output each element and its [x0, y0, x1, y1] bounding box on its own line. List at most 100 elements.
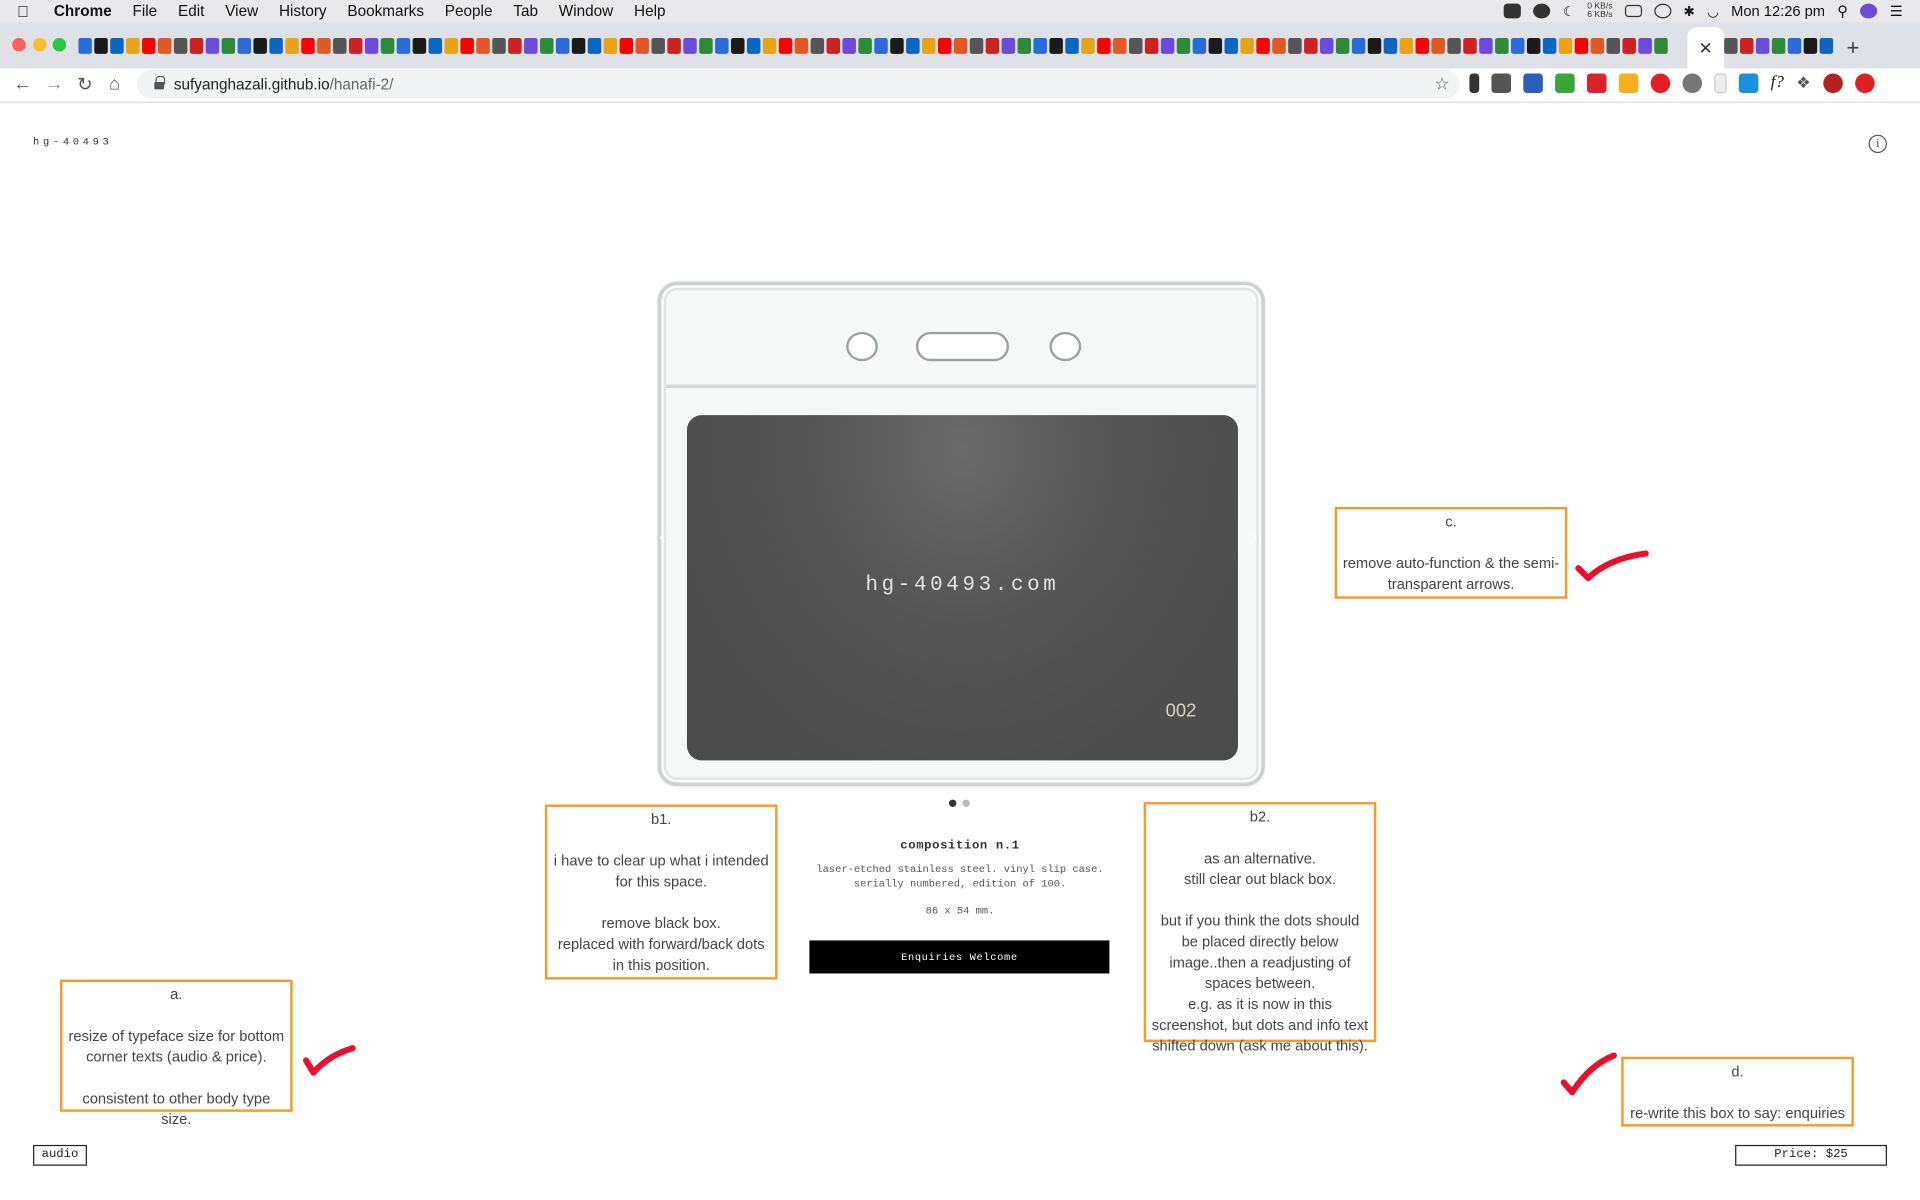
- tab-favicon-icon[interactable]: [317, 37, 331, 54]
- spotlight-icon[interactable]: ⚲: [1837, 2, 1848, 19]
- tab-favicon-icon[interactable]: [110, 37, 124, 54]
- tab-favicon-icon[interactable]: [1335, 37, 1350, 54]
- menu-tab[interactable]: Tab: [513, 2, 538, 19]
- tab-favicon-icon[interactable]: [508, 37, 522, 54]
- tab-favicon-icon[interactable]: [1128, 37, 1143, 54]
- tab-favicon-icon[interactable]: [1511, 37, 1525, 54]
- tab-favicon-icon[interactable]: [555, 37, 570, 54]
- tab-favicon-icon[interactable]: [94, 37, 108, 54]
- tab-favicon-icon[interactable]: [603, 37, 618, 54]
- tab-favicon-icon[interactable]: [396, 37, 411, 54]
- tab-favicon-icon[interactable]: [1558, 37, 1573, 54]
- minimize-window-button[interactable]: [33, 37, 47, 52]
- bluetooth-icon[interactable]: ✱: [1684, 3, 1695, 19]
- tab-favicon-icon[interactable]: [78, 37, 92, 54]
- menu-window[interactable]: Window: [559, 2, 613, 19]
- tab-favicon-icon[interactable]: [540, 37, 554, 54]
- tab-favicon-icon[interactable]: [333, 37, 347, 54]
- info-icon[interactable]: i: [1868, 134, 1887, 154]
- message-icon[interactable]: [1504, 3, 1522, 19]
- tab-favicon-icon[interactable]: [1654, 37, 1668, 54]
- tab-favicon-icon[interactable]: [221, 37, 236, 54]
- pocket-extension-icon[interactable]: [1491, 73, 1512, 94]
- tab-favicon-icon[interactable]: [460, 37, 474, 54]
- audio-button[interactable]: audio: [33, 1144, 87, 1166]
- tab-favicon-icon[interactable]: [237, 37, 252, 54]
- control-center-icon[interactable]: ☰: [1890, 2, 1903, 19]
- new-tab-button[interactable]: +: [1847, 37, 1860, 59]
- tab-favicon-icon[interactable]: [301, 37, 315, 54]
- update-icon[interactable]: [1854, 73, 1875, 94]
- prev-arrow-icon[interactable]: ‹: [659, 524, 666, 550]
- menu-view[interactable]: View: [225, 2, 258, 19]
- active-tab[interactable]: ✕: [1687, 26, 1725, 69]
- menu-people[interactable]: People: [445, 2, 493, 19]
- tab-favicon-icon[interactable]: [635, 37, 649, 54]
- tab-favicon-icon[interactable]: [1049, 37, 1063, 54]
- tab-favicon-icon[interactable]: [524, 37, 538, 54]
- tab-favicon-icon[interactable]: [1787, 37, 1802, 54]
- bookmark-star-icon[interactable]: ☆: [1434, 73, 1449, 94]
- tab-favicon-icon[interactable]: [364, 37, 379, 54]
- tab-favicon-icon[interactable]: [985, 37, 1000, 54]
- doc-extension-icon[interactable]: [1714, 73, 1727, 94]
- tab-favicon-icon[interactable]: [1208, 37, 1223, 54]
- menu-file[interactable]: File: [133, 2, 158, 19]
- green-extension-icon[interactable]: [1555, 73, 1575, 94]
- time-machine-icon[interactable]: [1654, 3, 1672, 19]
- tab-favicon-icon[interactable]: [1463, 37, 1477, 54]
- airplay-icon[interactable]: [1624, 4, 1642, 18]
- moon-icon[interactable]: ☾: [1563, 3, 1575, 19]
- tab-favicon-icon[interactable]: [1351, 37, 1366, 54]
- tab-favicon-icon[interactable]: [953, 37, 968, 54]
- tab-favicon-icon[interactable]: [1803, 37, 1818, 54]
- tab-favicon-icon[interactable]: [1542, 37, 1557, 54]
- tab-favicon-icon[interactable]: [1160, 37, 1175, 54]
- tab-favicon-icon[interactable]: [762, 37, 777, 54]
- tab-favicon-icon[interactable]: [1622, 37, 1636, 54]
- tab-favicon-icon[interactable]: [492, 37, 506, 54]
- opera-extension-icon[interactable]: [1650, 73, 1671, 94]
- tab-favicon-icon[interactable]: [1590, 37, 1605, 54]
- tab-favicon-icon[interactable]: [1272, 37, 1286, 54]
- close-window-button[interactable]: [12, 37, 26, 52]
- lock-icon[interactable]: [154, 75, 166, 90]
- tab-favicon-icon[interactable]: [1224, 37, 1238, 54]
- tab-favicon-icon[interactable]: [1288, 37, 1302, 54]
- slider-dot[interactable]: [962, 799, 970, 807]
- tab-favicon-icon[interactable]: [874, 37, 888, 54]
- tab-favicon-icon[interactable]: [428, 37, 443, 54]
- tab-favicon-icon[interactable]: [937, 37, 952, 54]
- profile-avatar[interactable]: [1822, 73, 1843, 94]
- tab-favicon-icon[interactable]: [1606, 37, 1621, 54]
- site-title[interactable]: hg-40493: [33, 136, 112, 148]
- tab-favicon-icon[interactable]: [1415, 37, 1429, 54]
- tab-favicon-icon[interactable]: [285, 37, 299, 54]
- tab-favicon-icon[interactable]: [810, 37, 825, 54]
- menu-bookmarks[interactable]: Bookmarks: [347, 2, 424, 19]
- tab-favicon-icon[interactable]: [1097, 37, 1111, 54]
- tab-favicon-icon[interactable]: [173, 37, 188, 54]
- slider-dot[interactable]: [948, 799, 957, 807]
- tab-favicon-icon[interactable]: [1081, 37, 1095, 54]
- tab-favicon-icon[interactable]: [731, 37, 745, 54]
- gray-extension-icon[interactable]: [1682, 73, 1703, 94]
- tab-favicon-icon[interactable]: [794, 37, 809, 54]
- tab-favicon-icon[interactable]: [1740, 37, 1754, 54]
- tab-favicon-icon[interactable]: [1065, 37, 1079, 54]
- tab-favicon-icon[interactable]: [1017, 37, 1032, 54]
- blue-extension-icon[interactable]: [1523, 73, 1543, 94]
- reload-icon[interactable]: ↻: [77, 73, 92, 96]
- tab-favicon-icon[interactable]: [683, 37, 697, 54]
- tab-favicon-icon[interactable]: [619, 37, 634, 54]
- tab-favicon-icon[interactable]: [1176, 37, 1191, 54]
- tab-favicon-icon[interactable]: [746, 37, 761, 54]
- tab-favicon-icon[interactable]: [269, 37, 283, 54]
- tab-favicon-icon[interactable]: [1383, 37, 1398, 54]
- menu-app-name[interactable]: Chrome: [54, 2, 112, 19]
- tab-favicon-icon[interactable]: [142, 37, 156, 54]
- red-extension-icon[interactable]: [1586, 73, 1607, 94]
- tab-favicon-icon[interactable]: [842, 37, 856, 54]
- tab-favicon-icon[interactable]: [1113, 37, 1127, 54]
- tab-favicon-icon[interactable]: [1144, 37, 1159, 54]
